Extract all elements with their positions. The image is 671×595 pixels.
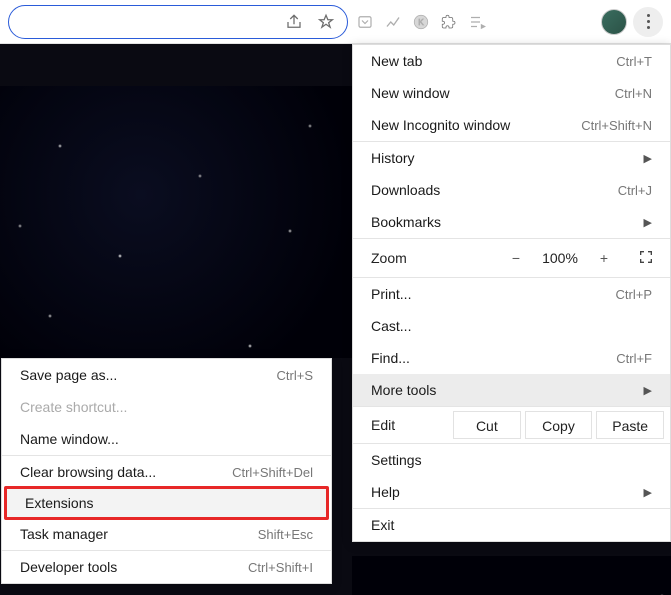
star-icon[interactable] <box>315 11 337 33</box>
menu-item-task-manager[interactable]: Task managerShift+Esc <box>2 518 331 550</box>
fullscreen-button[interactable] <box>622 249 670 268</box>
menu-item-settings[interactable]: Settings <box>353 444 670 476</box>
analytics-icon[interactable] <box>382 11 404 33</box>
menu-item-label: Print... <box>371 286 616 302</box>
menu-item-shortcut: Shift+Esc <box>258 527 313 542</box>
cut-button[interactable]: Cut <box>453 411 521 439</box>
menu-item-shortcut: Ctrl+Shift+I <box>248 560 313 575</box>
chevron-right-icon: ▶ <box>644 486 652 499</box>
menu-item-label: More tools <box>371 382 638 398</box>
url-bar[interactable] <box>8 5 348 39</box>
menu-item-more-tools[interactable]: More tools ▶ <box>353 374 670 406</box>
share-icon[interactable] <box>283 11 305 33</box>
svg-text:K: K <box>418 18 424 27</box>
extensions-icon[interactable] <box>438 11 460 33</box>
menu-item-label: Downloads <box>371 182 618 198</box>
menu-item-label: New window <box>371 85 615 101</box>
main-menu-button[interactable] <box>633 7 663 37</box>
pocket-icon[interactable] <box>354 11 376 33</box>
menu-item-downloads[interactable]: DownloadsCtrl+J <box>353 174 670 206</box>
menu-item-label: Bookmarks <box>371 214 638 230</box>
edit-row: Edit Cut Copy Paste <box>353 407 670 443</box>
menu-item-create-shortcut: Create shortcut... <box>2 391 331 423</box>
menu-item-label: Clear browsing data... <box>20 464 232 480</box>
menu-item-label: Create shortcut... <box>20 399 313 415</box>
menu-item-shortcut: Ctrl+T <box>616 54 652 69</box>
menu-item-save-page[interactable]: Save page as...Ctrl+S <box>2 359 331 391</box>
menu-item-label: Exit <box>371 517 652 533</box>
menu-item-dev-tools[interactable]: Developer toolsCtrl+Shift+I <box>2 551 331 583</box>
menu-item-extensions[interactable]: Extensions <box>4 486 329 520</box>
edit-label: Edit <box>353 417 451 433</box>
menu-item-label: Settings <box>371 452 652 468</box>
menu-item-label: Help <box>371 484 638 500</box>
menu-item-new-tab[interactable]: New tabCtrl+T <box>353 45 670 77</box>
menu-item-find[interactable]: Find...Ctrl+F <box>353 342 670 374</box>
menu-item-label: New Incognito window <box>371 117 581 133</box>
menu-item-label: Cast... <box>371 318 652 334</box>
more-tools-submenu: Save page as...Ctrl+S Create shortcut... N… <box>1 358 332 584</box>
menu-item-label: History <box>371 150 638 166</box>
menu-item-label: Name window... <box>20 431 313 447</box>
menu-item-label: Task manager <box>20 526 258 542</box>
menu-item-name-window[interactable]: Name window... <box>2 423 331 455</box>
menu-item-print[interactable]: Print...Ctrl+P <box>353 278 670 310</box>
zoom-label: Zoom <box>353 250 498 266</box>
kaltura-icon[interactable]: K <box>410 11 432 33</box>
menu-item-label: Save page as... <box>20 367 277 383</box>
menu-item-cast[interactable]: Cast... <box>353 310 670 342</box>
zoom-value: 100% <box>534 250 586 266</box>
zoom-out-button[interactable]: − <box>498 250 534 266</box>
menu-item-shortcut: Ctrl+J <box>618 183 652 198</box>
chevron-right-icon: ▶ <box>644 216 652 229</box>
browser-toolbar: K <box>0 0 671 44</box>
playlist-icon[interactable] <box>466 11 488 33</box>
page-content-stars <box>0 86 352 358</box>
menu-item-bookmarks[interactable]: Bookmarks ▶ <box>353 206 670 238</box>
zoom-row: Zoom − 100% + <box>353 239 670 277</box>
menu-item-clear-data[interactable]: Clear browsing data...Ctrl+Shift+Del <box>2 456 331 488</box>
copy-button[interactable]: Copy <box>525 411 593 439</box>
profile-avatar[interactable] <box>601 9 627 35</box>
chevron-right-icon: ▶ <box>644 384 652 397</box>
page-content-stars-bottom <box>352 556 671 595</box>
menu-item-history[interactable]: History ▶ <box>353 142 670 174</box>
menu-item-label: New tab <box>371 53 616 69</box>
menu-item-new-window[interactable]: New windowCtrl+N <box>353 77 670 109</box>
menu-item-shortcut: Ctrl+S <box>277 368 313 383</box>
menu-item-shortcut: Ctrl+Shift+N <box>581 118 652 133</box>
menu-item-label: Find... <box>371 350 616 366</box>
chevron-right-icon: ▶ <box>644 152 652 165</box>
menu-item-exit[interactable]: Exit <box>353 509 670 541</box>
paste-button[interactable]: Paste <box>596 411 664 439</box>
menu-item-label: Developer tools <box>20 559 248 575</box>
menu-item-label: Extensions <box>25 495 308 511</box>
menu-item-shortcut: Ctrl+Shift+Del <box>232 465 313 480</box>
menu-item-shortcut: Ctrl+N <box>615 86 652 101</box>
menu-item-shortcut: Ctrl+F <box>616 351 652 366</box>
main-menu: New tabCtrl+TNew windowCtrl+NNew Incogni… <box>352 44 671 542</box>
menu-item-shortcut: Ctrl+P <box>616 287 652 302</box>
menu-item-new-incognito[interactable]: New Incognito windowCtrl+Shift+N <box>353 109 670 141</box>
zoom-in-button[interactable]: + <box>586 250 622 266</box>
menu-item-help[interactable]: Help ▶ <box>353 476 670 508</box>
